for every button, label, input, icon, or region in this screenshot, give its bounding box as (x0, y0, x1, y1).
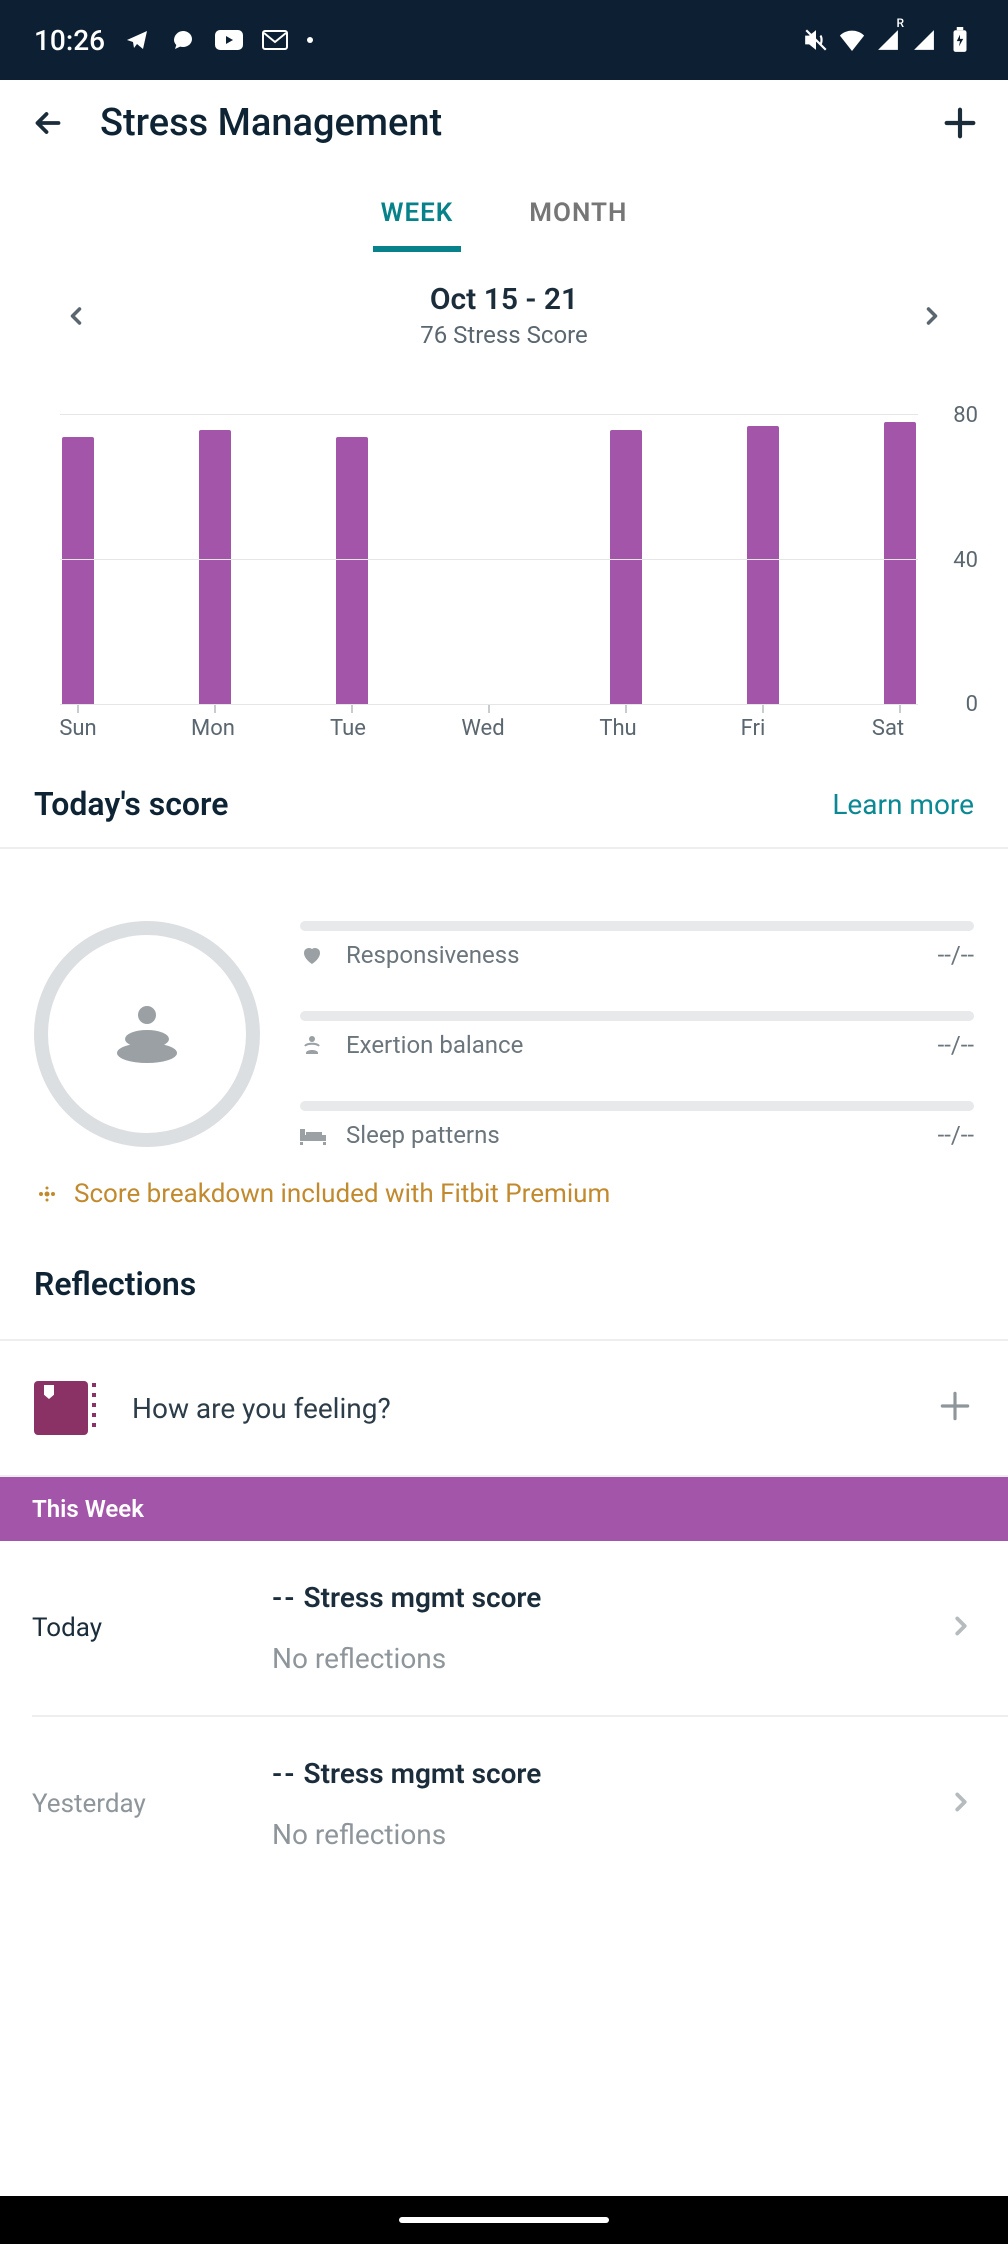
x-axis-label: Tue (318, 716, 378, 741)
status-dot-icon (307, 37, 313, 43)
metric-bar (300, 1011, 974, 1021)
nav-home-indicator[interactable] (399, 2217, 609, 2223)
metric-icon (300, 943, 328, 967)
add-reflection-icon[interactable] (936, 1387, 974, 1429)
x-axis-label: Sat (858, 716, 918, 741)
y-axis-label: 40 (953, 548, 978, 573)
metric-bar (300, 1101, 974, 1111)
stress-chart: 80400 SunMonTueWedThuFriSat (30, 415, 978, 735)
sparkle-icon (34, 1181, 60, 1207)
bar-slot (608, 415, 644, 705)
page-title: Stress Management (100, 101, 936, 145)
status-time: 10:26 (34, 24, 105, 57)
score-breakdown: Responsiveness --/-- Exertion balance --/--… (0, 849, 1008, 1179)
metric-value: --/-- (938, 1121, 974, 1149)
bar[interactable] (884, 422, 916, 705)
date-range-text: Oct 15 - 21 (420, 282, 588, 317)
x-axis-label: Sun (48, 716, 108, 741)
todays-score-header: Today's score Learn more (0, 735, 1008, 847)
day-row[interactable]: Today-- Stress mgmt score No reflections (0, 1541, 1008, 1715)
date-navigator: Oct 15 - 21 76 Stress Score (0, 252, 1008, 355)
day-score-line: -- Stress mgmt score (272, 1581, 946, 1614)
day-reflection: No reflections (272, 1818, 946, 1851)
meditate-icon (107, 997, 187, 1071)
metric-bar (300, 921, 974, 931)
metric-icon (300, 1033, 328, 1057)
metric-value: --/-- (938, 1031, 974, 1059)
chat-icon (169, 26, 197, 54)
chevron-right-icon (946, 1611, 976, 1645)
gridline (60, 559, 918, 560)
week-section-header: This Week (0, 1477, 1008, 1541)
day-score-line: -- Stress mgmt score (272, 1757, 946, 1790)
tab-month[interactable]: MONTH (521, 186, 635, 252)
metric-label: Responsiveness (346, 941, 920, 969)
day-body: -- Stress mgmt score No reflections (272, 1581, 946, 1675)
score-circle (34, 921, 260, 1147)
metric: Exertion balance --/-- (300, 1011, 974, 1059)
next-week-button[interactable] (912, 302, 952, 330)
youtube-icon (215, 26, 243, 54)
bar-slot (471, 415, 507, 705)
bar[interactable] (747, 426, 779, 705)
signal-icon: R (874, 26, 902, 54)
gridline (60, 704, 918, 705)
wifi-icon (838, 26, 866, 54)
learn-more-link[interactable]: Learn more (832, 788, 974, 821)
metric: Sleep patterns --/-- (300, 1101, 974, 1149)
day-row[interactable]: Yesterday-- Stress mgmt score No reflecti… (0, 1717, 1008, 1891)
timeframe-tabs: WEEK MONTH (0, 186, 1008, 252)
journal-icon (34, 1381, 88, 1435)
chevron-right-icon (946, 1787, 976, 1821)
metric-value: --/-- (938, 941, 974, 969)
battery-icon (946, 26, 974, 54)
prev-week-button[interactable] (56, 302, 96, 330)
gridline (60, 414, 918, 415)
tab-week[interactable]: WEEK (373, 186, 462, 252)
feeling-prompt-text: How are you feeling? (132, 1392, 936, 1425)
metric-label: Exertion balance (346, 1031, 920, 1059)
gmail-icon (261, 26, 289, 54)
y-axis-label: 0 (966, 692, 978, 717)
day-reflection: No reflections (272, 1642, 946, 1675)
day-label: Today (32, 1613, 272, 1643)
x-axis-label: Wed (453, 716, 513, 741)
bar[interactable] (336, 437, 368, 705)
signal-2-icon (910, 26, 938, 54)
metric: Responsiveness --/-- (300, 921, 974, 969)
status-bar: 10:26 R (0, 0, 1008, 80)
y-axis-label: 80 (953, 403, 978, 428)
bar-slot (334, 415, 370, 705)
add-button[interactable] (936, 103, 984, 143)
status-left: 10:26 (34, 24, 313, 57)
mute-icon (802, 26, 830, 54)
day-label: Yesterday (32, 1789, 272, 1819)
x-axis-label: Mon (183, 716, 243, 741)
back-button[interactable] (24, 105, 72, 141)
telegram-icon (123, 26, 151, 54)
bar[interactable] (610, 430, 642, 706)
premium-note[interactable]: Score breakdown included with Fitbit Pre… (0, 1179, 1008, 1245)
bar[interactable] (199, 430, 231, 706)
bar[interactable] (62, 437, 94, 705)
day-body: -- Stress mgmt score No reflections (272, 1757, 946, 1851)
bar-slot (882, 415, 918, 705)
bar-slot (197, 415, 233, 705)
bar-slot (745, 415, 781, 705)
status-right: R (802, 26, 974, 54)
premium-note-text: Score breakdown included with Fitbit Pre… (74, 1179, 610, 1209)
bar-slot (60, 415, 96, 705)
x-axis-label: Thu (588, 716, 648, 741)
date-subtitle: 76 Stress Score (420, 321, 588, 349)
metric-label: Sleep patterns (346, 1121, 920, 1149)
metric-icon (300, 1125, 328, 1145)
app-header: Stress Management (0, 80, 1008, 166)
x-axis-label: Fri (723, 716, 783, 741)
feeling-prompt-row[interactable]: How are you feeling? (0, 1339, 1008, 1477)
reflections-title: Reflections (0, 1245, 1008, 1339)
todays-score-title: Today's score (34, 785, 228, 823)
nav-bar (0, 2196, 1008, 2244)
date-range-display: Oct 15 - 21 76 Stress Score (420, 282, 588, 349)
